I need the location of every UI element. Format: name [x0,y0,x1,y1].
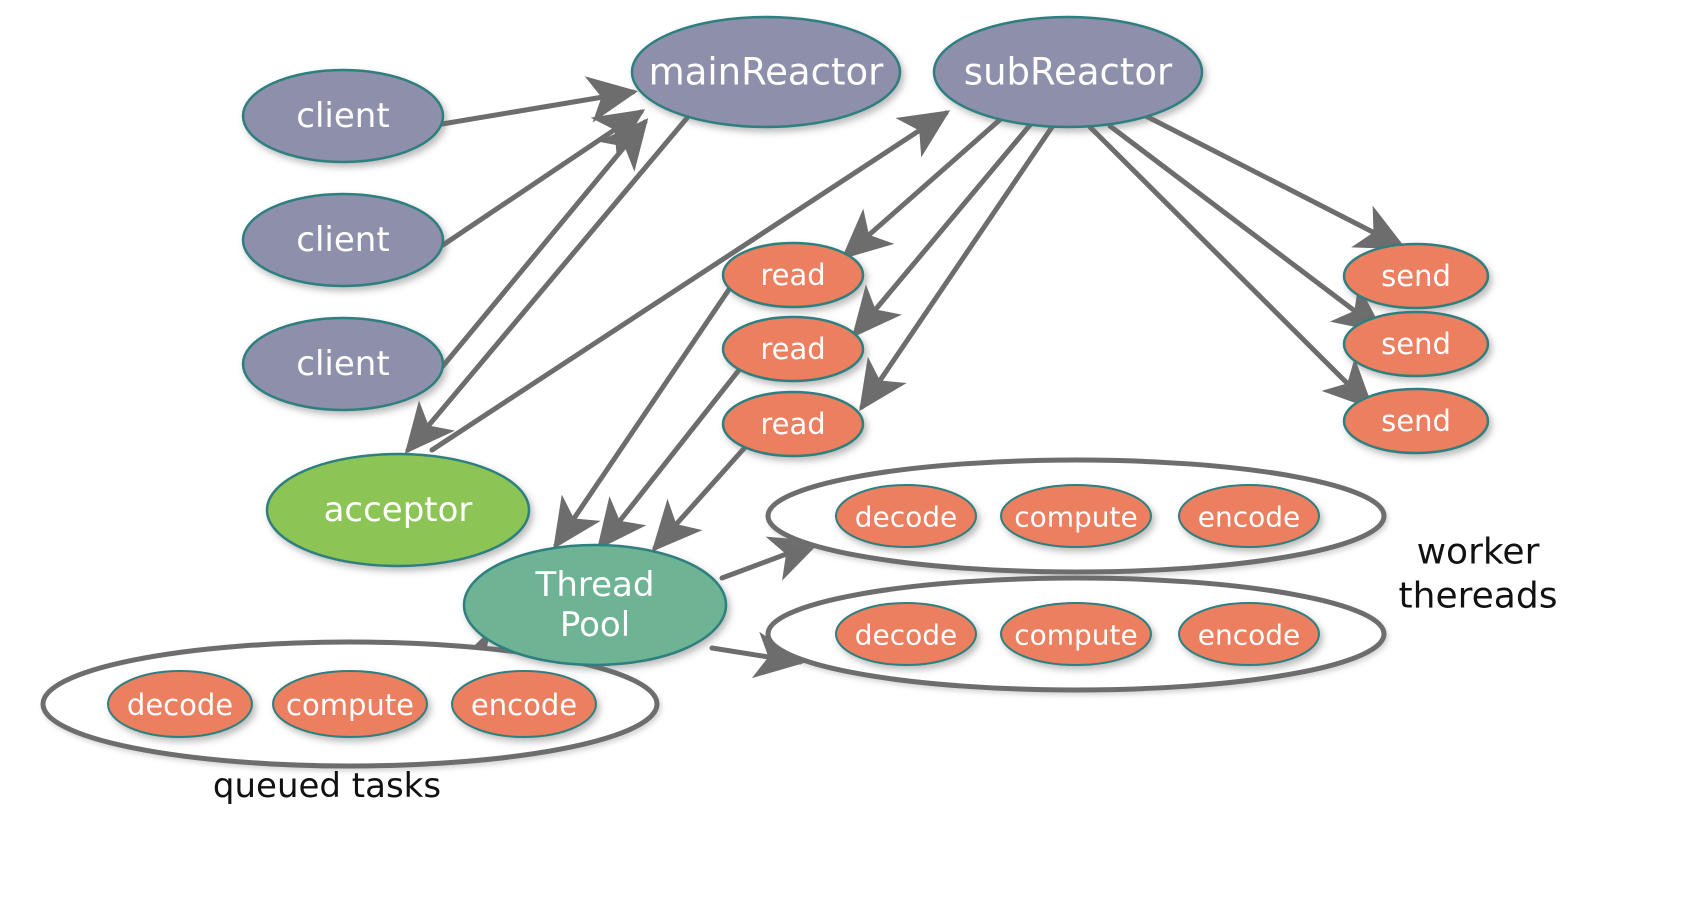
reactor-diagram: decode compute encode queued tasks decode com… [0,0,1691,899]
task-node-label: encode [471,688,577,722]
node-label-client1: client [296,96,389,136]
annotations-layer: workerthereads [1399,532,1558,617]
node-label-threadpool: Pool [560,605,630,645]
node-label-mainReactor: mainReactor [649,51,884,94]
node-client2[interactable]: client [241,192,445,288]
groups-layer: decode compute encode queued tasks decode com… [40,457,1387,806]
node-label-threadpool: Thread [535,565,655,605]
node-read3[interactable]: read [721,390,865,458]
node-label-read2: read [760,332,825,366]
task-node-label: decode [855,501,958,534]
edge-client1-to-mainReactor [439,76,638,127]
task-node-label: compute [286,688,414,722]
worker-threads-label: workerthereads [1399,532,1558,617]
node-label-send1: send [1381,259,1451,293]
group-queued-tasks: decode compute encode queued tasks [40,639,660,806]
node-label-read1: read [760,258,825,292]
node-label-read3: read [760,407,825,441]
node-acceptor[interactable]: acceptor [265,452,531,568]
task-node-label: encode [1198,501,1301,534]
node-label-subReactor: subReactor [964,51,1173,94]
task-node-label: compute [1014,501,1138,534]
node-mainReactor[interactable]: mainReactor [630,15,902,129]
node-label-client2: client [296,220,389,260]
group-worker-threads-row-2: decode compute encode [765,575,1387,693]
node-label-acceptor: acceptor [324,490,473,530]
node-subReactor[interactable]: subReactor [932,15,1204,129]
node-client3[interactable]: client [241,316,445,412]
node-label-client3: client [296,344,389,384]
group-worker-threads-row-1: decode compute encode [765,457,1387,575]
diagram-canvas: decode compute encode queued tasks decode com… [40,15,1558,806]
edge-subReactor-to-read3 [859,124,1055,412]
edge-subReactor-to-send2 [1107,123,1384,334]
edge-mainReactor-to-acceptor [404,115,690,454]
edge-read2-to-threadpool [596,367,742,550]
group-caption-queued-tasks: queued tasks [213,766,441,806]
worker-threads-label-line-2: thereads [1399,575,1558,616]
node-read2[interactable]: read [721,315,865,383]
node-send1[interactable]: send [1342,242,1490,310]
node-client1[interactable]: client [241,68,445,164]
node-read1[interactable]: read [721,241,865,309]
node-send3[interactable]: send [1342,387,1490,455]
node-send2[interactable]: send [1342,310,1490,378]
task-node-label: decode [127,688,233,722]
task-node-label: decode [855,619,958,652]
worker-threads-label-line-1: worker [1417,532,1540,573]
edge-subReactor-to-send3 [1087,124,1374,410]
node-label-send2: send [1381,327,1451,361]
task-node-label: encode [1198,619,1301,652]
node-threadpool[interactable]: ThreadPool [462,543,728,667]
edge-client2-to-mainReactor [440,109,646,248]
task-node-label: compute [1014,619,1138,652]
edge-threadpool-to-worker-threads-row-1 [719,536,821,581]
node-label-send3: send [1381,404,1451,438]
